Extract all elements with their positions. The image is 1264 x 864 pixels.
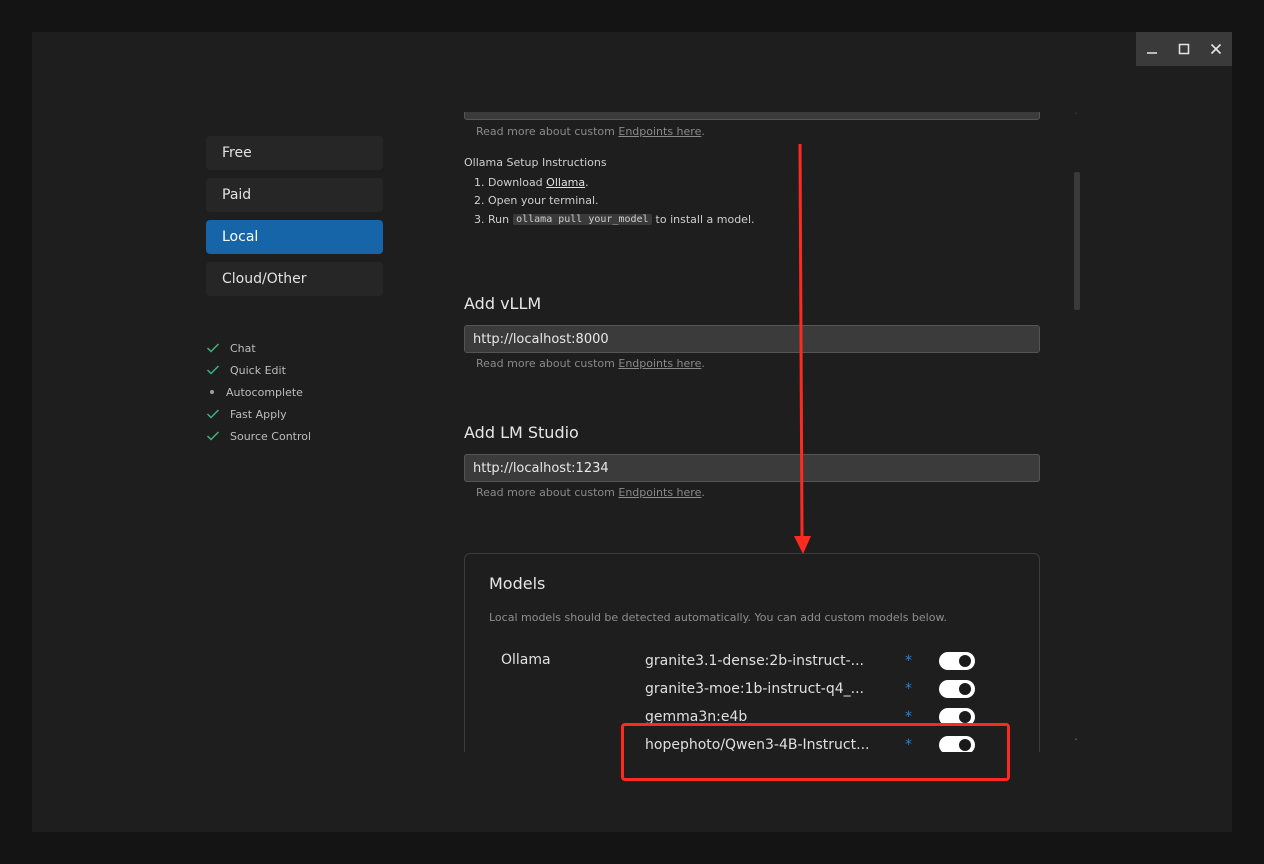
annotation-highlight-box — [621, 723, 1010, 781]
